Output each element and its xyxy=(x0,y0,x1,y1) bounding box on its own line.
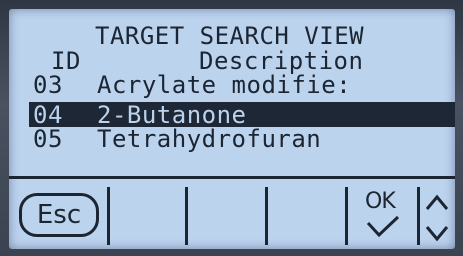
screen-title: TARGET SEARCH VIEW xyxy=(95,22,365,50)
list-item-description: Tetrahydrofuran xyxy=(97,125,322,153)
up-down-arrows-icon[interactable] xyxy=(423,191,451,245)
softkey-separator xyxy=(185,187,188,245)
list-item-description: Acrylate modifie: xyxy=(97,71,352,99)
softkey-bar: Esc OK xyxy=(9,181,455,249)
softkey-separator xyxy=(107,187,110,245)
ok-softkey[interactable]: OK xyxy=(357,189,413,245)
list-item-id: 05 xyxy=(33,125,63,153)
list-item[interactable]: 03 Acrylate modifie: xyxy=(33,72,453,98)
lcd-screen: TARGET SEARCH VIEW ID Description 03 Acr… xyxy=(9,9,455,249)
esc-softkey[interactable]: Esc xyxy=(19,193,99,237)
list-item[interactable]: 05 Tetrahydrofuran xyxy=(33,126,453,152)
ok-label: OK xyxy=(365,189,396,214)
softkey-divider xyxy=(9,176,455,179)
esc-label: Esc xyxy=(36,200,82,230)
softkey-separator xyxy=(417,187,420,245)
list-item-id: 03 xyxy=(33,71,63,99)
checkmark-icon xyxy=(366,215,400,238)
softkey-separator xyxy=(345,187,348,245)
softkey-separator xyxy=(265,187,268,245)
